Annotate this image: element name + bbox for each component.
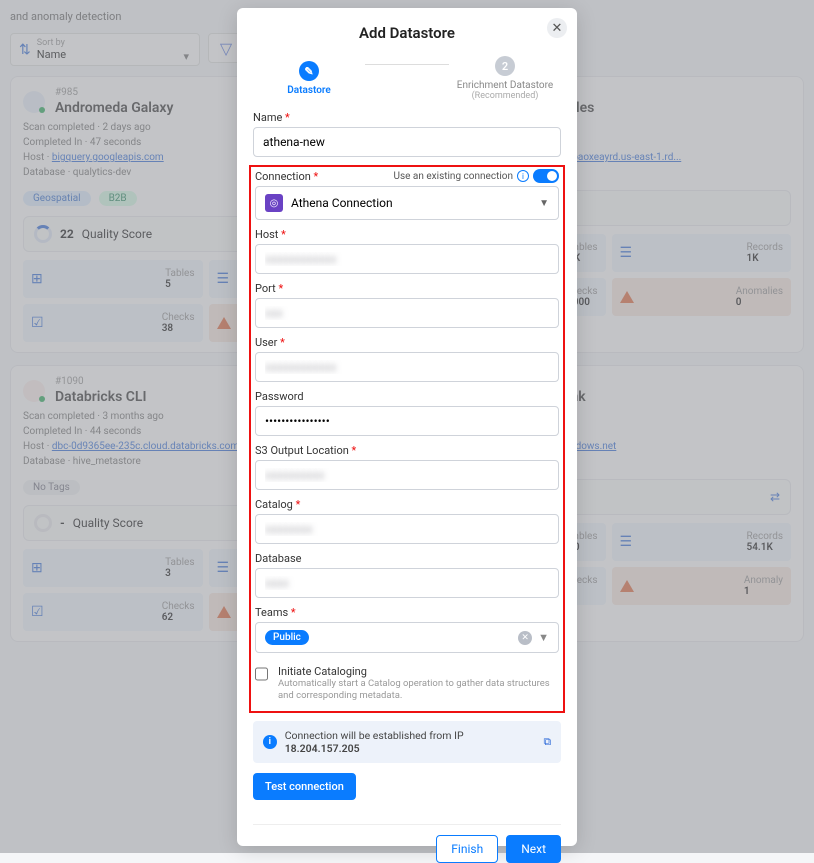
next-button[interactable]: Next	[506, 835, 561, 863]
ip-text: Connection will be established from IP	[285, 729, 464, 742]
database-label: Database	[255, 552, 559, 565]
modal-overlay: ✕ Add Datastore ✎ Datastore 2 Enrichment…	[0, 0, 814, 853]
step-sublabel: (Recommended)	[472, 91, 539, 101]
catalog-input[interactable]	[255, 514, 559, 544]
host-label: Host *	[255, 228, 559, 241]
user-input[interactable]	[255, 352, 559, 382]
team-chip-public[interactable]: Public	[265, 630, 309, 645]
connection-value: Athena Connection	[291, 196, 393, 210]
teams-label: Teams *	[255, 606, 559, 619]
database-input[interactable]	[255, 568, 559, 598]
chevron-down-icon: ▼	[538, 631, 549, 644]
ip-info-banner: i Connection will be established from IP…	[253, 721, 561, 763]
ip-address: 18.204.157.205	[285, 742, 360, 755]
step-datastore[interactable]: ✎ Datastore	[253, 61, 365, 96]
pencil-icon: ✎	[299, 61, 319, 81]
finish-button[interactable]: Finish	[436, 835, 498, 863]
stepper: ✎ Datastore 2 Enrichment Datastore (Reco…	[253, 56, 561, 101]
password-label: Password	[255, 390, 559, 403]
s3-label: S3 Output Location *	[255, 444, 559, 457]
test-connection-button[interactable]: Test connection	[253, 773, 356, 800]
info-icon[interactable]: i	[517, 170, 529, 182]
host-input[interactable]	[255, 244, 559, 274]
step-label: Datastore	[287, 85, 331, 96]
close-icon: ✕	[552, 21, 563, 36]
name-label: Name *	[253, 111, 561, 124]
catalog-label: Catalog *	[255, 498, 559, 511]
user-label: User *	[255, 336, 559, 349]
info-icon: i	[263, 735, 277, 749]
initiate-cataloging-label: Initiate Cataloging	[278, 665, 559, 678]
chevron-down-icon: ▼	[539, 198, 549, 209]
use-existing-label: Use an existing connection	[394, 171, 514, 182]
modal-title: Add Datastore	[253, 24, 561, 42]
teams-select[interactable]: Public ✕ ▼	[255, 622, 559, 653]
connection-label: Connection *	[255, 170, 318, 183]
clear-teams-button[interactable]: ✕	[518, 631, 532, 645]
port-label: Port *	[255, 282, 559, 295]
initiate-cataloging-desc: Automatically start a Catalog operation …	[278, 678, 559, 703]
step-label: Enrichment Datastore	[457, 80, 553, 91]
highlighted-section: Connection * Use an existing connection …	[249, 165, 565, 713]
copy-ip-button[interactable]: ⧉	[544, 735, 552, 749]
s3-input[interactable]	[255, 460, 559, 490]
step-connector	[365, 64, 449, 65]
close-button[interactable]: ✕	[547, 18, 567, 38]
add-datastore-modal: ✕ Add Datastore ✎ Datastore 2 Enrichment…	[237, 8, 577, 846]
use-existing-toggle[interactable]	[533, 169, 559, 183]
athena-icon: ◎	[265, 194, 283, 212]
initiate-cataloging-checkbox[interactable]	[255, 667, 268, 681]
step-number: 2	[495, 56, 515, 76]
password-input[interactable]	[255, 406, 559, 436]
port-input[interactable]	[255, 298, 559, 328]
step-enrichment[interactable]: 2 Enrichment Datastore (Recommended)	[449, 56, 561, 101]
name-input[interactable]	[253, 127, 561, 157]
connection-select[interactable]: ◎ Athena Connection ▼	[255, 186, 559, 220]
